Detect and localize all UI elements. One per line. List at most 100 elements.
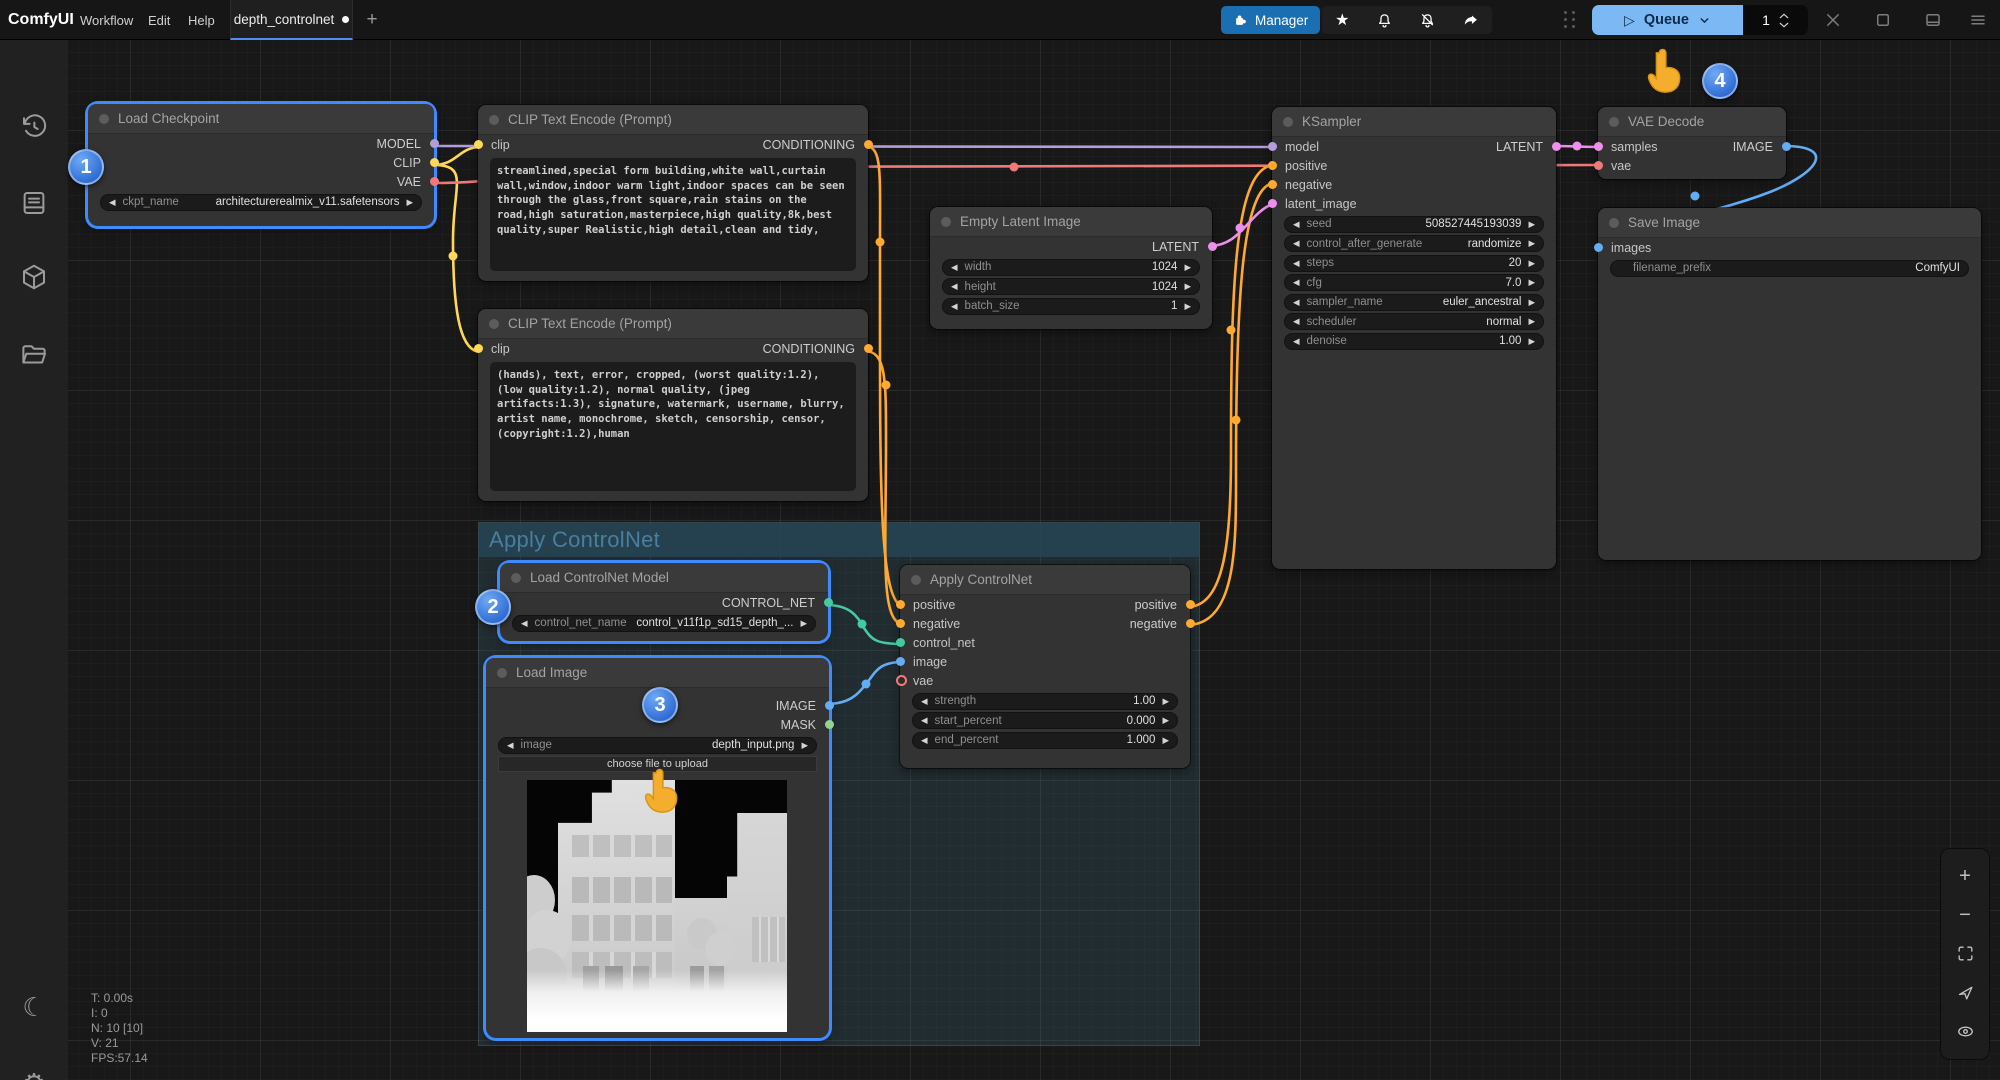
sidebar-item-workflows[interactable]	[17, 338, 51, 372]
collapse-dot-icon[interactable]	[1283, 117, 1293, 127]
output-port-control-net[interactable]	[824, 598, 833, 607]
input-port-image[interactable]	[896, 657, 905, 666]
share-arrow-icon[interactable]	[1462, 12, 1479, 29]
widget-right-arrow-icon[interactable]: ▶	[1528, 220, 1535, 229]
widget-right-arrow-icon[interactable]: ▶	[1162, 736, 1169, 745]
node-header[interactable]: Save Image	[1598, 208, 1981, 238]
widget-left-arrow-icon[interactable]: ◀	[951, 282, 958, 291]
fit-view-button[interactable]	[1955, 944, 1975, 964]
widget-ckpt-name[interactable]: ◀ ckpt_name architecturerealmix_v11.safe…	[100, 194, 422, 211]
output-port-image[interactable]	[825, 701, 834, 710]
input-port-negative[interactable]	[1268, 180, 1277, 189]
widget-left-arrow-icon[interactable]: ◀	[921, 697, 928, 706]
sidebar-item-queue-history[interactable]	[17, 110, 51, 144]
node-header[interactable]: KSampler	[1272, 107, 1556, 137]
input-port-vae-unconnected[interactable]	[896, 675, 907, 686]
widget-left-arrow-icon[interactable]: ◀	[921, 716, 928, 725]
output-port-clip[interactable]	[430, 158, 439, 167]
collapse-dot-icon[interactable]	[99, 114, 109, 124]
input-port-positive[interactable]	[1268, 161, 1277, 170]
output-port-conditioning[interactable]	[864, 140, 873, 149]
widget-strength[interactable]: ◀ strength 1.00 ▶	[912, 693, 1178, 710]
node-header[interactable]: CLIP Text Encode (Prompt)	[478, 309, 868, 339]
widget-right-arrow-icon[interactable]: ▶	[1162, 697, 1169, 706]
input-port-clip[interactable]	[474, 140, 483, 149]
widget-right-arrow-icon[interactable]: ▶	[800, 619, 807, 628]
output-port-model[interactable]	[430, 139, 439, 148]
select-mode-button[interactable]	[1955, 983, 1975, 1003]
input-port-positive[interactable]	[896, 600, 905, 609]
widget-image[interactable]: ◀ image depth_input.png ▶	[498, 737, 817, 754]
menu-help[interactable]: Help	[188, 0, 215, 40]
widget-start-percent[interactable]: ◀ start_percent 0.000 ▶	[912, 712, 1178, 729]
zoom-out-button[interactable]: −	[1955, 905, 1975, 925]
chevron-down-icon[interactable]	[1779, 22, 1789, 28]
node-header[interactable]: Load Image	[486, 658, 829, 688]
collapse-dot-icon[interactable]	[489, 115, 499, 125]
input-port-clip[interactable]	[474, 344, 483, 353]
widget-right-arrow-icon[interactable]: ▶	[1528, 278, 1535, 287]
node-header[interactable]: VAE Decode	[1598, 107, 1786, 137]
widget-left-arrow-icon[interactable]: ◀	[1293, 337, 1300, 346]
output-port-mask[interactable]	[825, 720, 834, 729]
toggle-bottom-panel-button[interactable]	[1924, 11, 1942, 29]
count-spinners[interactable]	[1779, 13, 1789, 28]
node-header[interactable]: Apply ControlNet	[900, 565, 1190, 595]
widget-left-arrow-icon[interactable]: ◀	[1293, 220, 1300, 229]
output-port-vae[interactable]	[430, 177, 439, 186]
collapse-dot-icon[interactable]	[911, 575, 921, 585]
star-icon[interactable]: ★	[1335, 10, 1349, 30]
output-port-conditioning[interactable]	[864, 344, 873, 353]
input-port-vae[interactable]	[1594, 161, 1603, 170]
drag-handle-icon[interactable]	[1564, 11, 1577, 29]
input-port-negative[interactable]	[896, 619, 905, 628]
widget-control-after-generate[interactable]: ◀ control_after_generate randomize ▶	[1284, 235, 1544, 252]
widget-left-arrow-icon[interactable]: ◀	[1293, 298, 1300, 307]
sidebar-item-model-library[interactable]	[17, 260, 51, 294]
bell-icon[interactable]	[1376, 12, 1393, 29]
widget-cfg[interactable]: ◀ cfg 7.0 ▶	[1284, 274, 1544, 291]
node-header[interactable]: Empty Latent Image	[930, 207, 1212, 237]
widget-left-arrow-icon[interactable]: ◀	[507, 741, 514, 750]
widget-left-arrow-icon[interactable]: ◀	[951, 302, 958, 311]
input-port-model[interactable]	[1268, 142, 1277, 151]
app-logo[interactable]: ComfyUI	[8, 0, 74, 40]
output-port-latent[interactable]	[1208, 242, 1217, 251]
widget-left-arrow-icon[interactable]: ◀	[951, 263, 958, 272]
node-header[interactable]: CLIP Text Encode (Prompt)	[478, 105, 868, 135]
toggle-link-visibility-button[interactable]	[1955, 1022, 1975, 1042]
image-preview-depth-map[interactable]	[527, 780, 787, 1032]
widget-right-arrow-icon[interactable]: ▶	[1528, 239, 1535, 248]
collapse-dot-icon[interactable]	[1609, 117, 1619, 127]
chevron-up-icon[interactable]	[1779, 13, 1789, 19]
prompt-textarea[interactable]: (hands), text, error, cropped, (worst qu…	[490, 362, 856, 491]
workflow-tab[interactable]: depth_controlnet	[230, 0, 353, 40]
node-header[interactable]: Load Checkpoint	[88, 104, 434, 134]
widget-left-arrow-icon[interactable]: ◀	[1293, 259, 1300, 268]
output-port-latent[interactable]	[1552, 142, 1561, 151]
widget-left-arrow-icon[interactable]: ◀	[1293, 278, 1300, 287]
collapse-dot-icon[interactable]	[511, 573, 521, 583]
output-port-image[interactable]	[1782, 142, 1791, 151]
chevron-down-icon[interactable]	[1698, 14, 1711, 27]
menu-workflow[interactable]: Workflow	[80, 0, 133, 40]
widget-right-arrow-icon[interactable]: ▶	[1162, 716, 1169, 725]
input-port-samples[interactable]	[1594, 142, 1603, 151]
widget-right-arrow-icon[interactable]: ▶	[1528, 317, 1535, 326]
node-ksampler[interactable]: KSampler model LATENT positive negative …	[1272, 107, 1556, 569]
collapse-dot-icon[interactable]	[1609, 218, 1619, 228]
widget-right-arrow-icon[interactable]: ▶	[1528, 298, 1535, 307]
widget-left-arrow-icon[interactable]: ◀	[1293, 239, 1300, 248]
cancel-run-button[interactable]	[1824, 11, 1842, 29]
settings-button[interactable]: ⚙	[17, 1066, 51, 1080]
widget-right-arrow-icon[interactable]: ▶	[1184, 302, 1191, 311]
widget-filename-prefix[interactable]: filename_prefix ComfyUI	[1610, 260, 1969, 277]
widget-right-arrow-icon[interactable]: ▶	[1528, 259, 1535, 268]
widget-left-arrow-icon[interactable]: ◀	[109, 198, 116, 207]
widget-width[interactable]: ◀ width 1024 ▶	[942, 259, 1200, 276]
widget-left-arrow-icon[interactable]: ◀	[521, 619, 528, 628]
widget-height[interactable]: ◀ height 1024 ▶	[942, 278, 1200, 295]
widget-left-arrow-icon[interactable]: ◀	[921, 736, 928, 745]
collapse-dot-icon[interactable]	[489, 319, 499, 329]
theme-toggle-button[interactable]: ☾	[17, 990, 51, 1024]
